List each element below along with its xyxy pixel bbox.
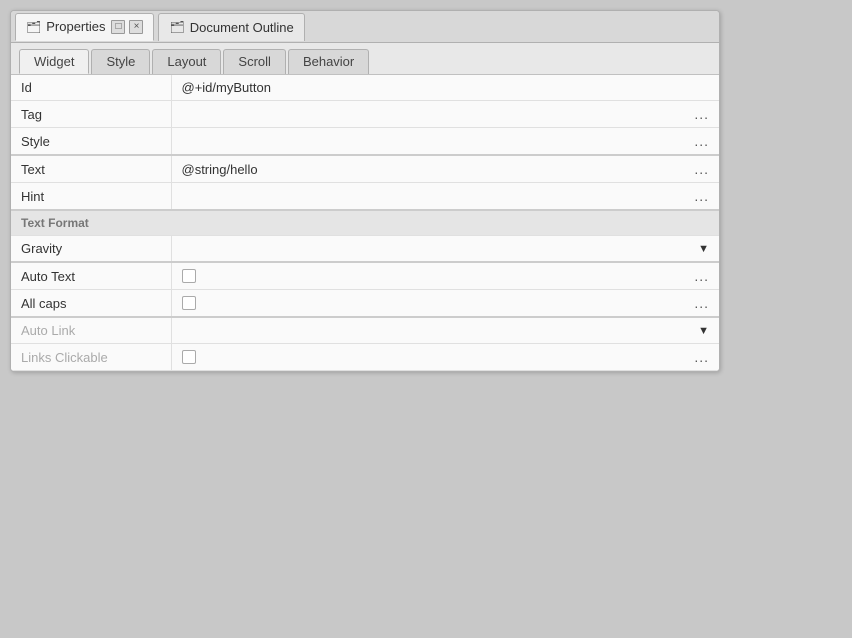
auto-text-checkbox[interactable] [182, 269, 196, 283]
text-label: Text [11, 155, 171, 183]
links-clickable-dots[interactable]: ... [694, 349, 709, 365]
table-row: Tag ... [11, 101, 719, 128]
gravity-dropdown-arrow: ▼ [698, 243, 709, 255]
auto-link-value-cell[interactable]: ▼ [171, 317, 719, 344]
hint-value-cell: ... [171, 183, 719, 211]
links-clickable-checkbox[interactable] [182, 350, 196, 364]
text-value-cell: @string/hello ... [171, 155, 719, 183]
tab-behavior[interactable]: Behavior [288, 49, 369, 74]
all-caps-value-cell: ... [171, 290, 719, 318]
all-caps-label: All caps [11, 290, 171, 318]
tag-value-cell: ... [171, 101, 719, 128]
properties-panel: 🗂 Properties □ × 🗂 Document Outline Widg… [10, 10, 720, 372]
table-row: Text @string/hello ... [11, 155, 719, 183]
tab-layout[interactable]: Layout [152, 49, 221, 74]
tag-dots[interactable]: ... [694, 106, 709, 122]
minimize-button[interactable]: □ [111, 20, 125, 34]
auto-link-label: Auto Link [11, 317, 171, 344]
gravity-value-cell[interactable]: ▼ [171, 236, 719, 263]
document-outline-tab-icon: 🗂 [169, 20, 184, 34]
id-value: @+id/myButton [182, 80, 271, 95]
text-dots[interactable]: ... [694, 161, 709, 177]
links-clickable-value-cell: ... [171, 344, 719, 371]
id-label: Id [11, 75, 171, 101]
table-row: Style ... [11, 128, 719, 156]
table-row: Links Clickable ... [11, 344, 719, 371]
tag-label: Tag [11, 101, 171, 128]
table-row: Id @+id/myButton [11, 75, 719, 101]
all-caps-dots[interactable]: ... [694, 295, 709, 311]
close-button[interactable]: × [129, 20, 143, 34]
properties-tab-label: Properties [46, 19, 105, 34]
table-row: Auto Text ... [11, 262, 719, 290]
auto-link-dropdown-arrow: ▼ [698, 325, 709, 337]
tab-properties[interactable]: 🗂 Properties □ × [15, 13, 154, 41]
properties-table: Id @+id/myButton Tag ... Style ... [11, 75, 719, 371]
text-format-label: Text Format [11, 210, 719, 236]
auto-text-value-cell: ... [171, 262, 719, 290]
table-row: Gravity ▼ [11, 236, 719, 263]
gravity-label: Gravity [11, 236, 171, 263]
tab-controls: □ × [111, 20, 143, 34]
text-value: @string/hello [182, 162, 258, 177]
tab-document-outline[interactable]: 🗂 Document Outline [158, 13, 304, 41]
tab-widget[interactable]: Widget [19, 49, 89, 74]
all-caps-checkbox[interactable] [182, 296, 196, 310]
style-value-cell: ... [171, 128, 719, 156]
tab-style[interactable]: Style [91, 49, 150, 74]
style-dots[interactable]: ... [694, 133, 709, 149]
table-row: Hint ... [11, 183, 719, 211]
document-outline-tab-label: Document Outline [190, 20, 294, 35]
style-label: Style [11, 128, 171, 156]
auto-text-label: Auto Text [11, 262, 171, 290]
auto-text-dots[interactable]: ... [694, 268, 709, 284]
hint-label: Hint [11, 183, 171, 211]
tab-bar: 🗂 Properties □ × 🗂 Document Outline [11, 11, 719, 43]
property-tabs: Widget Style Layout Scroll Behavior [11, 43, 719, 75]
tab-scroll[interactable]: Scroll [223, 49, 286, 74]
table-row: All caps ... [11, 290, 719, 318]
table-row: Auto Link ▼ [11, 317, 719, 344]
hint-dots[interactable]: ... [694, 188, 709, 204]
links-clickable-label: Links Clickable [11, 344, 171, 371]
text-format-section-header: Text Format [11, 210, 719, 236]
id-value-cell: @+id/myButton [171, 75, 719, 101]
properties-tab-icon: 🗂 [26, 20, 41, 34]
